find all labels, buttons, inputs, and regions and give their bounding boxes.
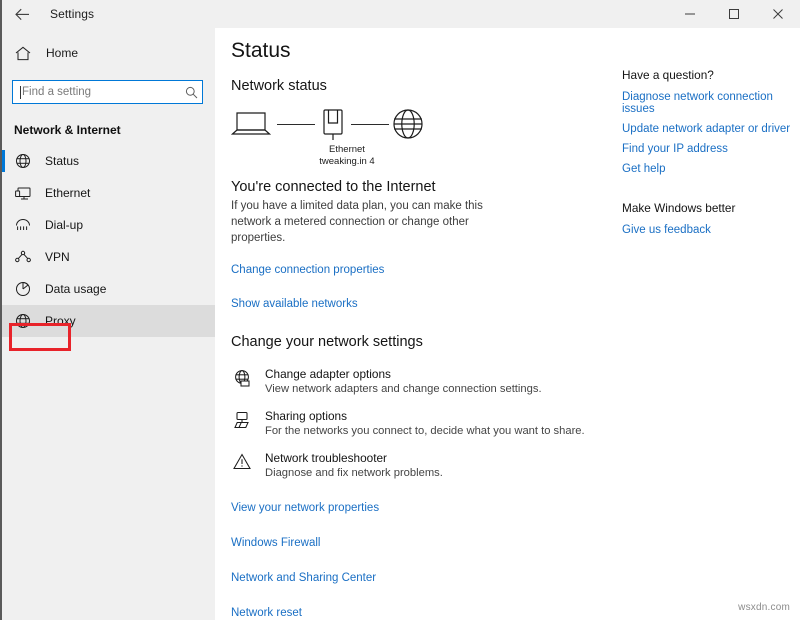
maximize-icon <box>728 8 740 20</box>
sidebar-item-dial-up[interactable]: Dial-up <box>2 209 215 241</box>
setting-description: Diagnose and fix network problems. <box>265 467 443 479</box>
setting-title: Sharing options <box>265 409 585 423</box>
title-bar: Settings <box>2 0 800 28</box>
sidebar: Home Network & Internet <box>2 28 215 620</box>
help-rail: Have a question? Diagnose network connec… <box>622 68 800 244</box>
get-help-link[interactable]: Get help <box>622 163 800 175</box>
page-title: Status <box>231 39 800 63</box>
connection-status-description: If you have a limited data plan, you can… <box>231 198 491 246</box>
sidebar-item-label: Data usage <box>45 282 106 296</box>
setting-change-adapter-options[interactable]: Change adapter options View network adap… <box>231 360 800 402</box>
setting-title: Network troubleshooter <box>265 451 443 465</box>
view-network-properties-link[interactable]: View your network properties <box>231 502 379 514</box>
minimize-icon <box>684 8 696 20</box>
laptop-icon <box>231 110 271 143</box>
arrow-left-icon <box>15 8 30 21</box>
sidebar-item-ethernet[interactable]: Ethernet <box>2 177 215 209</box>
sidebar-item-vpn[interactable]: VPN <box>2 241 215 273</box>
sidebar-nav-list: Status Ethernet <box>2 145 215 337</box>
sidebar-item-proxy[interactable]: Proxy <box>2 305 215 337</box>
vpn-icon <box>14 248 32 266</box>
diagnose-network-issues-link[interactable]: Diagnose network connection issues <box>622 91 800 115</box>
network-reset-link[interactable]: Network reset <box>231 607 302 619</box>
minimize-button[interactable] <box>668 0 712 28</box>
show-available-networks-link[interactable]: Show available networks <box>231 298 358 310</box>
network-name-label: tweaking.in 4 <box>287 156 407 168</box>
globe-icon <box>392 108 424 145</box>
settings-list: Change adapter options View network adap… <box>215 360 800 486</box>
back-button[interactable] <box>2 0 42 28</box>
give-us-feedback-link[interactable]: Give us feedback <box>622 224 800 236</box>
home-icon <box>15 46 35 61</box>
have-a-question-heading: Have a question? <box>622 68 800 82</box>
wire-right <box>351 124 389 125</box>
sidebar-item-label: Ethernet <box>45 186 90 200</box>
sidebar-item-label: Dial-up <box>45 218 83 232</box>
network-diagram: Ethernet tweaking.in 4 <box>225 108 465 174</box>
sidebar-item-label: Proxy <box>45 314 76 328</box>
make-windows-better-heading: Make Windows better <box>622 201 800 215</box>
wire-left <box>277 124 315 125</box>
sidebar-item-data-usage[interactable]: Data usage <box>2 273 215 305</box>
change-connection-properties-link[interactable]: Change connection properties <box>231 264 384 276</box>
close-button[interactable] <box>756 0 800 28</box>
sidebar-item-home[interactable]: Home <box>2 36 215 70</box>
network-diagram-label: Ethernet tweaking.in 4 <box>287 144 407 168</box>
network-sharing-center-link[interactable]: Network and Sharing Center <box>231 572 376 584</box>
setting-description: For the networks you connect to, decide … <box>265 425 585 437</box>
search-icon[interactable] <box>180 86 202 99</box>
sidebar-item-label: VPN <box>45 250 70 264</box>
maximize-button[interactable] <box>712 0 756 28</box>
setting-title: Change adapter options <box>265 367 542 381</box>
warning-triangle-icon <box>231 451 253 470</box>
search-box[interactable] <box>12 80 203 104</box>
search-input[interactable] <box>21 82 180 102</box>
dialup-icon <box>14 216 32 234</box>
ethernet-port-icon <box>319 108 347 147</box>
sidebar-item-label: Status <box>45 154 79 168</box>
globe-icon <box>14 312 32 330</box>
pie-chart-icon <box>14 280 32 298</box>
sidebar-category-title: Network & Internet <box>2 123 215 137</box>
update-network-adapter-link[interactable]: Update network adapter or driver <box>622 123 800 135</box>
close-icon <box>772 8 784 20</box>
window-title: Settings <box>50 7 94 21</box>
change-settings-heading: Change your network settings <box>231 334 800 350</box>
setting-description: View network adapters and change connect… <box>265 383 542 395</box>
setting-network-troubleshooter[interactable]: Network troubleshooter Diagnose and fix … <box>231 444 800 486</box>
feedback-section: Make Windows better Give us feedback <box>622 201 800 236</box>
watermark: wsxdn.com <box>738 602 790 613</box>
adapter-label: Ethernet <box>287 144 407 156</box>
globe-icon <box>14 152 32 170</box>
setting-sharing-options[interactable]: Sharing options For the networks you con… <box>231 402 800 444</box>
sidebar-item-status[interactable]: Status <box>2 145 215 177</box>
find-ip-address-link[interactable]: Find your IP address <box>622 143 800 155</box>
windows-firewall-link[interactable]: Windows Firewall <box>231 537 320 549</box>
sharing-icon <box>231 409 253 429</box>
network-adapter-icon <box>231 367 253 387</box>
sidebar-home-label: Home <box>46 46 78 60</box>
settings-window: Settings <box>0 0 800 620</box>
monitor-icon <box>14 184 32 202</box>
